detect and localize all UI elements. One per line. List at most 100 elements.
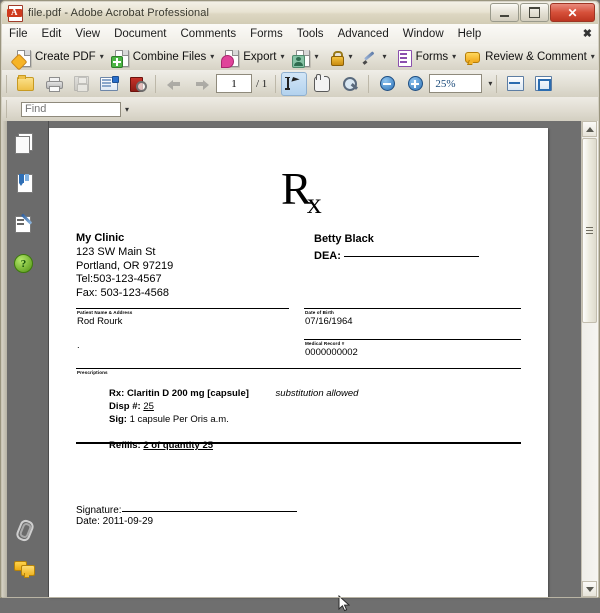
minimize-button[interactable]: [490, 3, 519, 22]
next-page-arrow-icon: [195, 78, 209, 90]
print-icon: [45, 77, 63, 92]
marquee-zoom-button[interactable]: [337, 72, 363, 96]
refills-value: 2 of quantity 25: [143, 440, 214, 451]
rx-symbol: Rx: [281, 163, 322, 221]
chevron-down-icon[interactable]: ▾: [383, 53, 387, 61]
start-meeting-button[interactable]: ▾: [289, 45, 323, 69]
chevron-down-icon[interactable]: ▾: [210, 53, 214, 61]
menu-edit[interactable]: Edit: [35, 26, 69, 42]
sidebar-item-comments[interactable]: [14, 561, 38, 585]
pane-splitter[interactable]: [2, 121, 7, 597]
forms-button[interactable]: Forms ▾: [391, 45, 461, 69]
maximize-button[interactable]: [520, 3, 549, 22]
menu-document[interactable]: Document: [107, 26, 173, 42]
scroll-down-arrow-icon: [585, 586, 594, 592]
review-comment-label: Review & Comment: [485, 51, 587, 63]
dob-field-value: 07/16/1964: [305, 316, 353, 327]
prescriber-name: Betty Black: [314, 233, 374, 245]
mrn-field-value: 0000000002: [305, 347, 358, 358]
toolbar-separator: [496, 74, 498, 93]
fit-page-icon: [534, 76, 552, 91]
rule-prescriptions: [76, 368, 521, 369]
review-comment-button[interactable]: Review & Comment ▾: [460, 45, 599, 69]
chevron-down-icon[interactable]: ▾: [281, 53, 285, 61]
email-icon: [100, 75, 119, 91]
fit-width-icon: [506, 76, 524, 91]
export-button[interactable]: Export ▾: [218, 45, 288, 69]
menu-comments[interactable]: Comments: [174, 26, 244, 42]
clinic-address-line1: 123 SW Main St: [76, 246, 156, 258]
mrn-field-label: Medical Record #: [305, 341, 345, 346]
sign-button[interactable]: ▾: [357, 45, 391, 69]
find-toolbar: ▾: [2, 97, 598, 122]
save-button[interactable]: [68, 72, 94, 96]
find-input[interactable]: [21, 101, 121, 117]
close-document-icon[interactable]: ✖: [583, 27, 592, 40]
menu-file[interactable]: File: [2, 26, 35, 42]
fit-width-button[interactable]: [502, 72, 528, 96]
email-button[interactable]: [96, 72, 122, 96]
pdf-page[interactable]: Rx My Clinic 123 SW Main St Portland, OR…: [49, 128, 548, 597]
print-button[interactable]: [40, 72, 66, 96]
scroll-thumb[interactable]: [582, 138, 597, 323]
prescription-block: Rx: Claritin D 200 mg [capsule] substitu…: [109, 387, 358, 452]
sig-value: 1 capsule Per Oris a.m.: [129, 414, 229, 425]
search-button[interactable]: [124, 72, 150, 96]
fit-page-button[interactable]: [530, 72, 556, 96]
sidebar-item-signatures[interactable]: [14, 213, 38, 237]
combine-files-label: Combine Files: [132, 51, 207, 63]
menu-window[interactable]: Window: [396, 26, 451, 42]
application-window: A file.pdf - Adobe Acrobat Professional …: [0, 0, 600, 612]
open-button[interactable]: [12, 72, 38, 96]
chevron-down-icon[interactable]: ▾: [591, 53, 595, 61]
forms-icon: [395, 49, 413, 67]
export-label: Export: [243, 51, 277, 63]
previous-page-button[interactable]: [161, 72, 187, 96]
menu-forms[interactable]: Forms: [243, 26, 290, 42]
menu-tools[interactable]: Tools: [290, 26, 331, 42]
sidebar-item-bookmarks[interactable]: [14, 173, 38, 197]
sidebar-item-attachments[interactable]: [14, 518, 38, 543]
scroll-up-arrow-button[interactable]: [582, 121, 597, 137]
zoom-out-button[interactable]: [374, 72, 400, 96]
close-button[interactable]: ✕: [550, 3, 595, 22]
sidebar-item-how-to[interactable]: ?: [14, 254, 38, 278]
scroll-up-arrow-icon: [585, 126, 594, 132]
open-folder-icon: [16, 74, 34, 91]
secure-button[interactable]: ▾: [323, 45, 357, 69]
sidebar-item-pages[interactable]: [14, 133, 38, 157]
zoom-dropdown-chevron-icon[interactable]: ▾: [488, 79, 492, 88]
page-total-label: / 1: [256, 77, 268, 90]
select-tool-button[interactable]: [281, 71, 308, 96]
zoom-in-button[interactable]: [402, 72, 428, 96]
file-toolbar: 1 / 1 25% ▾: [2, 70, 598, 98]
help-question-icon: ?: [14, 254, 33, 273]
menu-help[interactable]: Help: [451, 26, 489, 42]
menu-view[interactable]: View: [68, 26, 107, 42]
scroll-down-arrow-button[interactable]: [582, 581, 597, 597]
patient-field-label: Patient Name & Address: [77, 310, 133, 315]
review-comment-icon: [464, 49, 482, 66]
find-dropdown-chevron-icon[interactable]: ▾: [125, 105, 129, 114]
chevron-down-icon[interactable]: ▾: [315, 53, 319, 61]
page-number-input[interactable]: 1: [216, 74, 252, 93]
create-pdf-button[interactable]: Create PDF ▾: [10, 45, 108, 70]
vertical-scrollbar[interactable]: [581, 121, 598, 597]
next-page-button[interactable]: [189, 72, 215, 96]
menu-advanced[interactable]: Advanced: [331, 26, 396, 42]
chevron-down-icon[interactable]: ▾: [349, 53, 353, 61]
chevron-down-icon[interactable]: ▾: [100, 53, 104, 61]
clinic-address-line2: Portland, OR 97219: [76, 259, 174, 272]
search-document-icon: [129, 76, 147, 92]
chevron-down-icon[interactable]: ▾: [452, 53, 456, 61]
sign-pen-icon: [361, 49, 379, 66]
window-title: file.pdf - Adobe Acrobat Professional: [28, 7, 210, 19]
clinic-telephone: Tel:503-123-4567: [76, 273, 162, 285]
combine-files-icon: [110, 49, 130, 68]
zoom-level-input[interactable]: 25%: [429, 74, 483, 93]
refills-line: Refills: 2 of quantity 25: [109, 439, 358, 452]
hand-tool-button[interactable]: [309, 72, 335, 96]
sig-line: Sig: 1 capsule Per Oris a.m.: [109, 413, 358, 426]
combine-files-button[interactable]: Combine Files ▾: [108, 45, 219, 69]
clinic-fax: Fax: 503-123-4568: [76, 286, 169, 299]
